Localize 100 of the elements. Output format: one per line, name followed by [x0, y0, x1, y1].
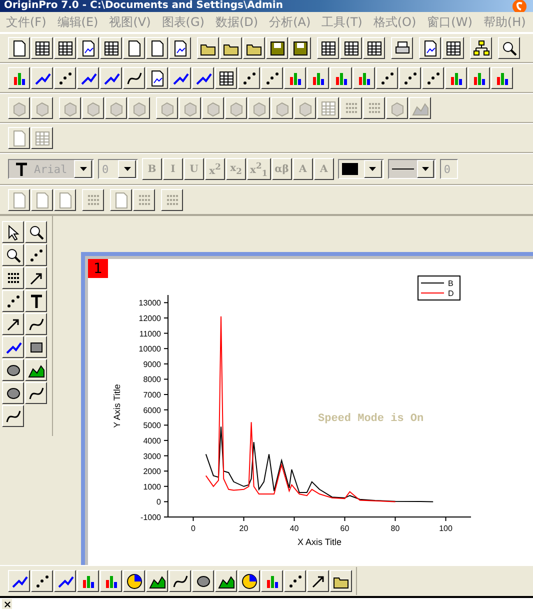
toolbar-button[interactable]	[391, 37, 413, 59]
toolbar-button[interactable]	[54, 570, 76, 592]
toolbar-button[interactable]	[146, 570, 168, 592]
toolbar-button[interactable]	[330, 570, 352, 592]
toolbar-button[interactable]	[261, 67, 283, 89]
toolbar-button[interactable]	[8, 189, 30, 211]
toolbar-button[interactable]	[59, 97, 81, 119]
toolbar-button[interactable]	[77, 67, 99, 89]
format-button[interactable]: U	[184, 158, 204, 180]
toolbar-button[interactable]	[54, 67, 76, 89]
toolbar-button[interactable]	[8, 127, 30, 149]
toolbar-button[interactable]	[330, 67, 352, 89]
layer-tag[interactable]: 1	[88, 259, 108, 278]
toolbar-button[interactable]	[284, 570, 306, 592]
toolbar-button[interactable]	[2, 290, 24, 312]
toolbar-button[interactable]	[2, 336, 24, 358]
toolbar-button[interactable]	[8, 570, 30, 592]
toolbar-button[interactable]	[363, 37, 385, 59]
toolbar-button[interactable]	[82, 97, 104, 119]
format-button[interactable]: αβ	[272, 158, 292, 180]
toolbar-button[interactable]	[238, 67, 260, 89]
toolbar-button[interactable]	[25, 244, 47, 266]
toolbar-button[interactable]	[54, 189, 76, 211]
toolbar-button[interactable]	[2, 221, 24, 243]
toolbar-button[interactable]	[77, 570, 99, 592]
toolbar-button[interactable]	[340, 37, 362, 59]
toolbar-button[interactable]	[238, 570, 260, 592]
toolbar-button[interactable]	[169, 67, 191, 89]
toolbar-button[interactable]	[2, 359, 24, 381]
toolbar-button[interactable]	[215, 570, 237, 592]
toolbar-button[interactable]	[307, 67, 329, 89]
toolbar-button[interactable]	[2, 382, 24, 404]
toolbar-button[interactable]	[77, 37, 99, 59]
toolbar-button[interactable]	[25, 313, 47, 335]
toolbar-button[interactable]	[156, 97, 178, 119]
toolbar-button[interactable]	[317, 97, 339, 119]
toolbar-button[interactable]	[146, 37, 168, 59]
toolbar-button[interactable]	[422, 67, 444, 89]
toolbar-button[interactable]	[169, 570, 191, 592]
toolbar-button[interactable]	[31, 37, 53, 59]
toolbar-button[interactable]	[248, 97, 270, 119]
toolbar-button[interactable]	[243, 37, 265, 59]
toolbar-button[interactable]	[445, 67, 467, 89]
format-button[interactable]: x$^{2}$	[205, 158, 225, 180]
toolbar-button[interactable]	[498, 37, 520, 59]
toolbar-button[interactable]	[31, 97, 53, 119]
toolbar-button[interactable]	[261, 570, 283, 592]
toolbar-button[interactable]	[2, 313, 24, 335]
toolbar-button[interactable]	[8, 37, 30, 59]
toolbar-button[interactable]	[31, 127, 53, 149]
toolbar-button[interactable]	[25, 290, 47, 312]
line-width-field[interactable]: 0	[440, 159, 458, 179]
toolbar-button[interactable]	[105, 97, 127, 119]
toolbar-button[interactable]	[419, 37, 441, 59]
toolbar-button[interactable]	[317, 37, 339, 59]
toolbar-button[interactable]	[215, 67, 237, 89]
toolbar-button[interactable]	[8, 97, 30, 119]
format-button[interactable]: x$_{2}$	[226, 158, 246, 180]
toolbar-button[interactable]	[266, 37, 288, 59]
toolbar-button[interactable]	[307, 570, 329, 592]
toolbar-button[interactable]	[197, 37, 219, 59]
toolbar-button[interactable]	[284, 67, 306, 89]
toolbar-button[interactable]	[25, 359, 47, 381]
menu-item[interactable]: 图表(G)	[160, 14, 214, 30]
toolbar-button[interactable]	[491, 67, 513, 89]
font-size-dropdown[interactable]: 0	[98, 159, 138, 179]
toolbar-button[interactable]	[2, 244, 24, 266]
toolbar-button[interactable]	[133, 189, 155, 211]
toolbar-button[interactable]	[100, 570, 122, 592]
close-icon[interactable]	[2, 599, 12, 609]
menu-item[interactable]: 数据(D)	[213, 14, 268, 30]
toolbar-button[interactable]	[386, 97, 408, 119]
toolbar-button[interactable]	[2, 267, 24, 289]
toolbar-button[interactable]	[376, 67, 398, 89]
toolbar-button[interactable]	[340, 97, 362, 119]
toolbar-button[interactable]	[294, 97, 316, 119]
menu-item[interactable]: 分析(A)	[267, 14, 320, 30]
menu-item[interactable]: 帮助(H)	[481, 14, 533, 30]
toolbar-button[interactable]	[468, 67, 490, 89]
toolbar-button[interactable]	[25, 336, 47, 358]
toolbar-button[interactable]	[31, 67, 53, 89]
toolbar-button[interactable]	[470, 37, 492, 59]
menu-item[interactable]: 工具(T)	[320, 14, 372, 30]
toolbar-button[interactable]	[123, 67, 145, 89]
toolbar-button[interactable]	[100, 67, 122, 89]
toolbar-button[interactable]	[123, 570, 145, 592]
toolbar-button[interactable]	[409, 97, 431, 119]
toolbar-button[interactable]	[289, 37, 311, 59]
toolbar-button[interactable]	[54, 37, 76, 59]
toolbar-button[interactable]	[179, 97, 201, 119]
toolbar-button[interactable]	[25, 382, 47, 404]
menu-item[interactable]: 窗口(W)	[425, 14, 482, 30]
toolbar-button[interactable]	[353, 67, 375, 89]
toolbar-button[interactable]	[192, 67, 214, 89]
toolbar-button[interactable]	[442, 37, 464, 59]
toolbar-button[interactable]	[31, 189, 53, 211]
toolbar-button[interactable]	[161, 189, 183, 211]
toolbar-button[interactable]	[25, 267, 47, 289]
format-button[interactable]: A	[292, 158, 313, 180]
toolbar-button[interactable]	[399, 67, 421, 89]
